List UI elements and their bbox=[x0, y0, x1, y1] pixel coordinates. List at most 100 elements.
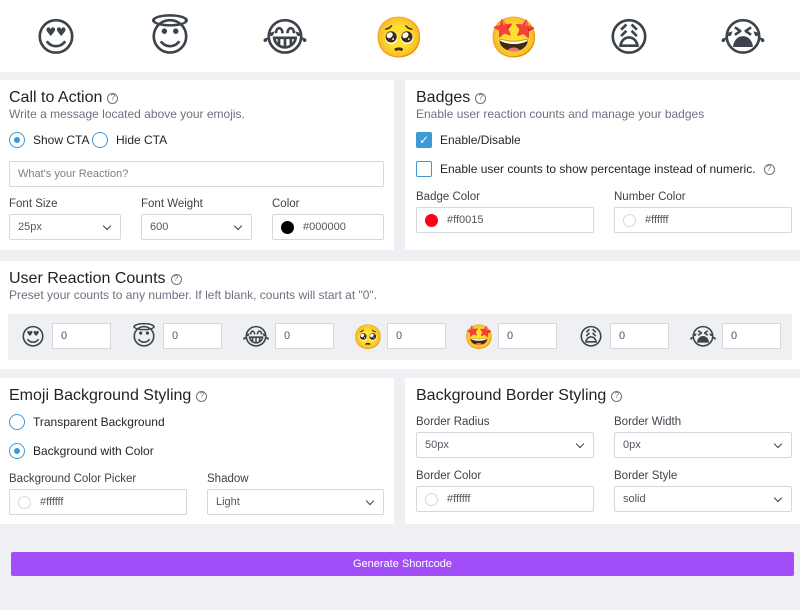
shadow-select[interactable]: Light bbox=[207, 489, 384, 515]
badges-title: Badges bbox=[416, 89, 471, 106]
cta-color-value: #000000 bbox=[303, 221, 346, 233]
weary-emoji-icon: 😩 bbox=[578, 323, 604, 351]
weary-emoji-icon: 😩 bbox=[608, 15, 650, 61]
cta-title: Call to Action bbox=[9, 89, 103, 106]
tears-of-joy-emoji-icon: 😂 bbox=[241, 323, 271, 351]
weary-count-input[interactable]: 0 bbox=[610, 323, 669, 349]
star-struck-emoji-icon: 🤩 bbox=[489, 15, 539, 61]
border-radius-value: 50px bbox=[425, 439, 449, 451]
color-swatch[interactable] bbox=[425, 492, 438, 506]
cta-subtitle: Write a message located above your emoji… bbox=[9, 107, 245, 121]
transparent-bg-radio[interactable]: Transparent Background bbox=[9, 414, 165, 430]
chevron-down-icon bbox=[233, 221, 243, 230]
counts-help-icon[interactable]: ? bbox=[170, 273, 182, 285]
tears-of-joy-emoji-icon: 😂 bbox=[261, 15, 309, 61]
counts-title: User Reaction Counts bbox=[9, 270, 166, 287]
pleading-emoji-icon: 🥺 bbox=[374, 15, 424, 61]
pleading-count-input[interactable]: 0 bbox=[387, 323, 446, 349]
color-swatch[interactable] bbox=[425, 213, 438, 227]
cta-help-icon[interactable]: ? bbox=[107, 92, 119, 104]
heart-eyes-emoji-icon: 😍 bbox=[35, 15, 77, 61]
number-color-label: Number Color bbox=[614, 191, 686, 203]
badge-color-label: Badge Color bbox=[416, 191, 480, 203]
percentage-checkbox[interactable]: Enable user counts to show percentage in… bbox=[416, 161, 775, 177]
color-swatch[interactable] bbox=[281, 220, 294, 234]
generate-shortcode-button[interactable]: Generate Shortcode bbox=[11, 552, 794, 576]
font-weight-value: 600 bbox=[150, 221, 169, 233]
counts-subtitle: Preset your counts to any number. If lef… bbox=[9, 288, 378, 302]
halo-count-input[interactable]: 0 bbox=[163, 323, 222, 349]
border-style-label: Border Style bbox=[614, 470, 678, 482]
badge-color-picker[interactable]: #ff0015 bbox=[416, 207, 594, 233]
heart-eyes-count-input[interactable]: 0 bbox=[52, 323, 111, 349]
hide-cta-label: Hide CTA bbox=[116, 133, 168, 147]
emoji-bg-help-icon[interactable]: ? bbox=[196, 390, 208, 402]
radio-unchecked-icon[interactable] bbox=[92, 132, 108, 148]
star-struck-emoji-icon: 🤩 bbox=[464, 323, 494, 351]
show-cta-label: Show CTA bbox=[33, 133, 90, 147]
transparent-bg-label: Transparent Background bbox=[33, 415, 165, 429]
shadow-value: Light bbox=[216, 496, 240, 508]
crying-emoji-icon: 😭 bbox=[688, 323, 718, 351]
pleading-emoji-icon: 🥺 bbox=[353, 323, 383, 351]
color-swatch[interactable] bbox=[18, 495, 31, 509]
cta-message-input[interactable]: What's your Reaction? bbox=[9, 161, 384, 187]
number-color-value: #ffffff bbox=[645, 214, 669, 226]
border-width-value: 0px bbox=[623, 439, 641, 451]
crying-emoji-icon: 😭 bbox=[719, 15, 767, 61]
show-cta-radio[interactable]: Show CTA bbox=[9, 132, 89, 148]
font-weight-select[interactable]: 600 bbox=[141, 214, 252, 240]
border-color-picker[interactable]: #ffffff bbox=[416, 486, 594, 512]
checkbox-empty-icon[interactable] bbox=[416, 161, 432, 177]
radio-checked-icon[interactable] bbox=[9, 443, 25, 459]
cta-color-label: Color bbox=[272, 198, 300, 210]
border-title: Background Border Styling bbox=[416, 387, 607, 404]
border-radius-select[interactable]: 50px bbox=[416, 432, 594, 458]
border-style-value: solid bbox=[623, 493, 646, 505]
radio-unchecked-icon[interactable] bbox=[9, 414, 25, 430]
color-swatch[interactable] bbox=[623, 213, 636, 227]
badges-subtitle: Enable user reaction counts and manage y… bbox=[416, 107, 705, 121]
border-radius-label: Border Radius bbox=[416, 416, 490, 428]
percentage-help-icon[interactable]: ? bbox=[763, 163, 775, 175]
border-help-icon[interactable]: ? bbox=[611, 390, 623, 402]
radio-checked-icon[interactable] bbox=[9, 132, 25, 148]
heart-eyes-emoji-icon: 😍 bbox=[20, 323, 46, 351]
bg-color-picker[interactable]: #ffffff bbox=[9, 489, 187, 515]
star-struck-count-input[interactable]: 0 bbox=[498, 323, 557, 349]
chevron-down-icon bbox=[773, 493, 783, 502]
emoji-bg-title: Emoji Background Styling bbox=[9, 387, 192, 404]
bg-with-color-label: Background with Color bbox=[33, 444, 154, 458]
font-weight-label: Font Weight bbox=[141, 198, 203, 210]
badge-color-value: #ff0015 bbox=[447, 214, 484, 226]
font-size-label: Font Size bbox=[9, 198, 58, 210]
border-style-select[interactable]: solid bbox=[614, 486, 792, 512]
border-color-value: #ffffff bbox=[447, 493, 471, 505]
bg-picker-value: #ffffff bbox=[40, 496, 64, 508]
bg-with-color-radio[interactable]: Background with Color bbox=[9, 443, 154, 459]
enable-badges-checkbox[interactable]: ✓ Enable/Disable bbox=[416, 132, 521, 148]
number-color-picker[interactable]: #ffffff bbox=[614, 207, 792, 233]
percentage-label: Enable user counts to show percentage in… bbox=[440, 162, 756, 176]
border-color-label: Border Color bbox=[416, 470, 482, 482]
font-size-value: 25px bbox=[18, 221, 42, 233]
hide-cta-radio[interactable]: Hide CTA bbox=[92, 132, 167, 148]
chevron-down-icon bbox=[102, 221, 112, 230]
chevron-down-icon bbox=[773, 439, 783, 448]
cta-color-picker[interactable]: #000000 bbox=[272, 214, 384, 240]
halo-emoji-icon: 😇 bbox=[149, 15, 191, 61]
badges-help-icon[interactable]: ? bbox=[475, 92, 487, 104]
tears-of-joy-count-input[interactable]: 0 bbox=[275, 323, 334, 349]
chevron-down-icon bbox=[575, 439, 585, 448]
enable-badges-label: Enable/Disable bbox=[440, 133, 521, 147]
shadow-label: Shadow bbox=[207, 473, 249, 485]
border-width-label: Border Width bbox=[614, 416, 682, 428]
border-width-select[interactable]: 0px bbox=[614, 432, 792, 458]
checkmark-icon[interactable]: ✓ bbox=[416, 132, 432, 148]
crying-count-input[interactable]: 0 bbox=[722, 323, 781, 349]
emoji-preview-bar: 😍 😇 😂 🥺 🤩 😩 😭 bbox=[0, 0, 800, 72]
halo-emoji-icon: 😇 bbox=[131, 323, 157, 351]
font-size-select[interactable]: 25px bbox=[9, 214, 121, 240]
chevron-down-icon bbox=[365, 496, 375, 505]
bg-picker-label: Background Color Picker bbox=[9, 473, 137, 485]
